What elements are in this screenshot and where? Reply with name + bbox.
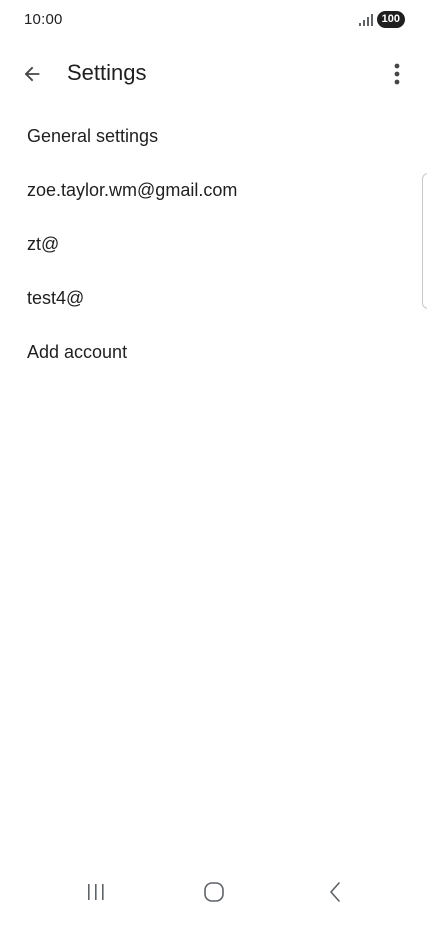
nav-back-button[interactable] (305, 870, 365, 914)
settings-item-account-zoe[interactable]: zoe.taylor.wm@gmail.com (0, 163, 427, 217)
status-time: 10:00 (24, 11, 63, 28)
edge-panel-handle[interactable] (422, 173, 427, 309)
back-button[interactable] (12, 54, 52, 94)
settings-item-add-account[interactable]: Add account (0, 325, 427, 379)
battery-badge: 100 (376, 11, 405, 28)
page-title: Settings (67, 60, 147, 85)
recents-icon (88, 884, 104, 900)
settings-list: General settings zoe.taylor.wm@gmail.com… (0, 109, 427, 379)
settings-item-general[interactable]: General settings (0, 109, 427, 163)
home-icon (204, 882, 224, 902)
signal-icon (358, 13, 373, 26)
status-indicators: 100 (358, 11, 405, 28)
nav-recents-button[interactable] (66, 870, 126, 914)
settings-item-account-test4[interactable]: test4@ (0, 271, 427, 325)
status-bar: 10:00 100 (0, 0, 427, 44)
nav-home-button[interactable] (184, 870, 244, 914)
arrow-back-icon (24, 66, 40, 82)
chevron-left-icon (330, 882, 340, 902)
settings-item-account-zt[interactable]: zt@ (0, 217, 427, 271)
more-vert-icon (394, 63, 400, 85)
system-nav-bar (0, 870, 427, 926)
app-bar: Settings (0, 48, 427, 100)
more-options-button[interactable] (377, 54, 417, 94)
